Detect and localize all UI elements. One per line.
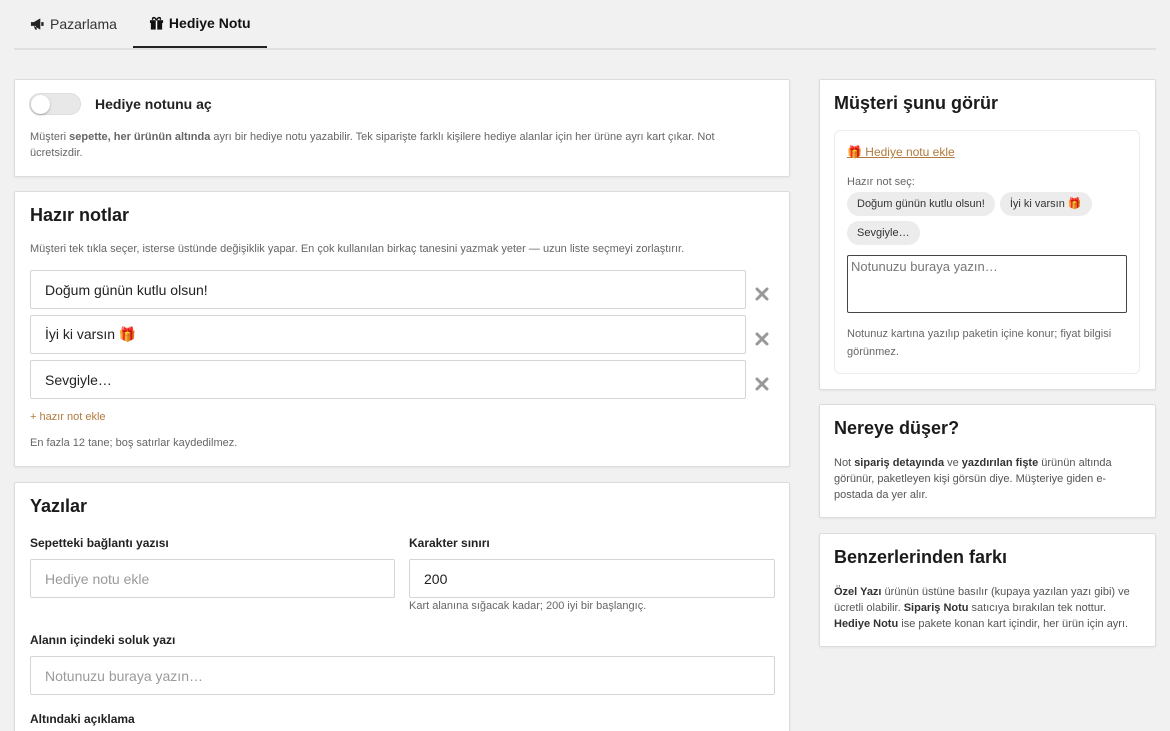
toggle-label: Hediye notunu aç — [95, 96, 212, 112]
difference-card: Benzerlerinden farkı Özel Yazı ürünün üs… — [819, 533, 1156, 647]
section-title: Müşteri şunu görür — [834, 93, 999, 113]
customer-preview: 🎁 Hediye notu ekle Hazır not seç: Doğum … — [834, 130, 1140, 374]
difference-description: Özel Yazı ürünün üstüne basılır (kupaya … — [834, 586, 1130, 630]
remove-icon[interactable] — [755, 287, 769, 301]
char-limit-input[interactable]: 200 — [409, 559, 775, 598]
placeholder-input[interactable]: Notunuzu buraya yazın… — [30, 656, 775, 695]
description-label: Altındaki açıklama — [30, 712, 135, 726]
ready-notes-card: Hazır notlar Müşteri tek tıkla seçer, is… — [14, 191, 790, 467]
tab-bar: Pazarlama Hediye Notu — [14, 0, 1156, 50]
ready-note-input[interactable]: Sevgiyle… — [30, 360, 746, 399]
section-title: Yazılar — [30, 496, 88, 516]
tab-label: Pazarlama — [50, 16, 117, 32]
toggle-knob — [31, 95, 50, 114]
gift-note-link[interactable]: 🎁 Hediye notu ekle — [847, 145, 955, 159]
toggle-card: Hediye notunu aç Müşteri sepette, her ür… — [14, 79, 790, 177]
preview-chip[interactable]: İyi ki varsın 🎁 — [999, 192, 1092, 216]
megaphone-icon — [30, 18, 44, 30]
preview-card: Müşteri şunu görür 🎁 Hediye notu ekle Ha… — [819, 79, 1156, 390]
preview-textarea[interactable]: Notunuzu buraya yazın… — [847, 255, 1127, 313]
ready-notes-footer: En fazla 12 tane; boş satırlar kaydedilm… — [30, 437, 238, 449]
toggle-description: Müşteri sepette, her ürünün altında ayrı… — [30, 131, 715, 159]
preview-chip[interactable]: Doğum günün kutlu olsun! — [847, 192, 995, 216]
placeholder-label: Alanın içindeki soluk yazı — [30, 633, 176, 647]
add-ready-note-link[interactable]: + hazır not ekle — [30, 411, 106, 423]
gift-icon — [149, 16, 163, 30]
preview-footnote: Notunuz kartına yazılıp paketin içine ko… — [847, 328, 1112, 358]
section-title: Benzerlerinden farkı — [834, 547, 1008, 567]
choose-label: Hazır not seç: — [847, 176, 915, 188]
where-card: Nereye düşer? Not sipariş detayında ve y… — [819, 404, 1156, 518]
section-title: Hazır notlar — [30, 205, 130, 225]
remove-icon[interactable] — [755, 377, 769, 391]
gift-note-toggle[interactable] — [29, 93, 81, 115]
section-description: Müşteri tek tıkla seçer, isterse üstünde… — [30, 243, 685, 255]
preview-chip[interactable]: Sevgiyle… — [847, 221, 920, 245]
remove-icon[interactable] — [755, 332, 769, 346]
char-limit-help: Kart alanına sığacak kadar; 200 iyi bir … — [409, 600, 647, 612]
ready-note-input[interactable]: İyi ki varsın 🎁 — [30, 315, 746, 354]
ready-note-input[interactable]: Doğum günün kutlu olsun! — [30, 270, 746, 309]
tab-label: Hediye Notu — [168, 15, 251, 31]
char-limit-label: Karakter sınırı — [409, 536, 490, 550]
cart-link-label: Sepetteki bağlantı yazısı — [30, 536, 169, 550]
section-title: Nereye düşer? — [834, 418, 960, 438]
tab-pazarlama[interactable]: Pazarlama — [14, 0, 133, 48]
tab-hediye-notu[interactable]: Hediye Notu — [132, 0, 267, 48]
preview-chip-list: Doğum günün kutlu olsun! İyi ki varsın 🎁… — [847, 192, 1127, 245]
texts-card: Yazılar Sepetteki bağlantı yazısı Hediye… — [14, 482, 790, 731]
where-description: Not sipariş detayında ve yazdırılan fişt… — [834, 457, 1112, 501]
cart-link-input[interactable]: Hediye notu ekle — [30, 559, 395, 598]
